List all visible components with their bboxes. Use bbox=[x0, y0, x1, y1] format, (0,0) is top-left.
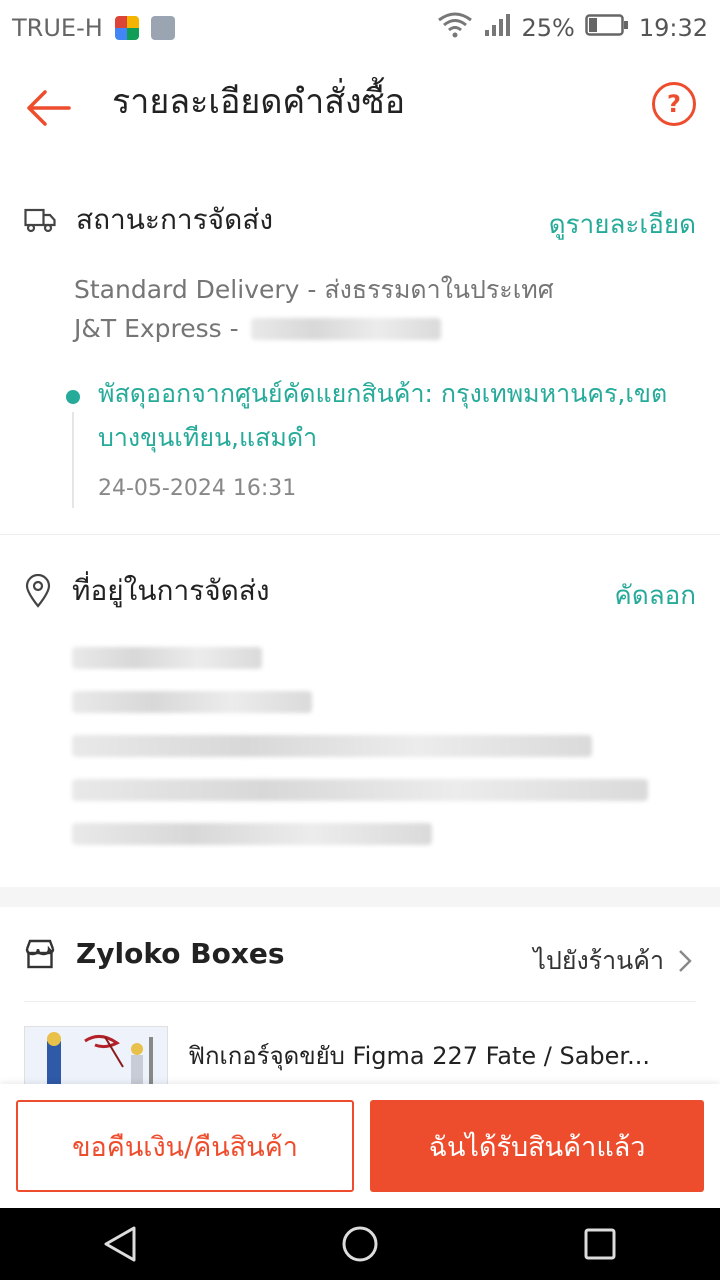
visit-shop-link[interactable]: ไปยังร้านค้า bbox=[533, 941, 692, 981]
square-recents-icon bbox=[584, 1228, 616, 1260]
order-received-button[interactable]: ฉันได้รับสินค้าแล้ว bbox=[370, 1100, 704, 1192]
shop-header[interactable]: Zyloko Boxes bbox=[24, 937, 285, 970]
location-pin-icon bbox=[25, 574, 51, 608]
shop-name: Zyloko Boxes bbox=[76, 937, 285, 970]
gallery-icon bbox=[150, 16, 175, 40]
back-button[interactable] bbox=[22, 82, 74, 134]
battery-label: 25% bbox=[521, 14, 575, 42]
nav-home-button[interactable] bbox=[330, 1214, 390, 1274]
redacted-line bbox=[72, 735, 592, 757]
address-title: ที่อยู่ในการจัดส่ง bbox=[72, 574, 270, 607]
delivery-title: สถานะการจัดส่ง bbox=[76, 203, 274, 236]
system-nav-bar bbox=[0, 1208, 720, 1280]
signal-icon bbox=[483, 12, 511, 44]
latest-status-time: 24-05-2024 16:31 bbox=[98, 476, 297, 501]
shop-icon bbox=[25, 939, 55, 968]
help-icon: ? bbox=[667, 90, 681, 118]
carrier-label: TRUE-H bbox=[12, 14, 103, 42]
clock: 19:32 bbox=[638, 14, 708, 42]
tracking-number-redacted bbox=[250, 317, 441, 340]
product-thumbnail[interactable] bbox=[24, 1026, 168, 1086]
timeline-dot bbox=[66, 390, 80, 404]
truck-icon bbox=[24, 208, 56, 233]
nav-recents-button[interactable] bbox=[570, 1214, 630, 1274]
battery-icon bbox=[585, 13, 629, 43]
delivery-method: Standard Delivery - ส่งธรรมดาในประเทศ bbox=[74, 275, 554, 304]
app-header: รายละเอียดคำสั่งซื้อ ? bbox=[0, 56, 720, 160]
wifi-icon bbox=[437, 12, 473, 44]
section-gap bbox=[0, 887, 720, 907]
address-redacted bbox=[72, 647, 648, 845]
redacted-line bbox=[72, 779, 648, 801]
redacted-line bbox=[72, 823, 432, 845]
nav-back-button[interactable] bbox=[90, 1214, 150, 1274]
shop-divider bbox=[24, 1001, 696, 1002]
refund-return-button[interactable]: ขอคืนเงิน/คืนสินค้า bbox=[16, 1100, 354, 1192]
visit-shop-label: ไปยังร้านค้า bbox=[533, 946, 664, 975]
product-title[interactable]: ฟิกเกอร์จุดขยับ Figma 227 Fate / Saber..… bbox=[188, 1036, 698, 1075]
redacted-line bbox=[72, 647, 262, 669]
latest-status-text: พัสดุออกจากศูนย์คัดแยกสินค้า: กรุงเทพมหา… bbox=[98, 379, 668, 452]
delivery-details-link[interactable]: ดูรายละเอียด bbox=[549, 204, 696, 245]
copy-address-link[interactable]: คัดลอก bbox=[614, 575, 696, 616]
page-title: รายละเอียดคำสั่งซื้อ bbox=[112, 82, 406, 122]
address-section: ที่อยู่ในการจัดส่ง คัดลอก bbox=[0, 535, 720, 887]
app-icon bbox=[114, 16, 139, 40]
status-bar: TRUE-H 25% 19:32 bbox=[0, 0, 720, 56]
delivery-section: สถานะการจัดส่ง ดูรายละเอียด Standard Del… bbox=[0, 160, 720, 534]
help-button[interactable]: ? bbox=[652, 82, 696, 126]
timeline-line bbox=[72, 412, 74, 508]
circle-home-icon bbox=[342, 1226, 378, 1262]
arrow-left-icon bbox=[27, 90, 71, 126]
address-header: ที่อยู่ในการจัดส่ง bbox=[24, 569, 270, 613]
triangle-back-icon bbox=[104, 1226, 136, 1262]
bottom-action-bar: ขอคืนเงิน/คืนสินค้า ฉันได้รับสินค้าแล้ว bbox=[0, 1084, 720, 1208]
courier-name: J&T Express - bbox=[74, 314, 239, 343]
delivery-header: สถานะการจัดส่ง bbox=[24, 198, 273, 242]
chevron-right-icon bbox=[679, 950, 692, 972]
redacted-line bbox=[72, 691, 312, 713]
courier-row: J&T Express - bbox=[74, 314, 441, 343]
